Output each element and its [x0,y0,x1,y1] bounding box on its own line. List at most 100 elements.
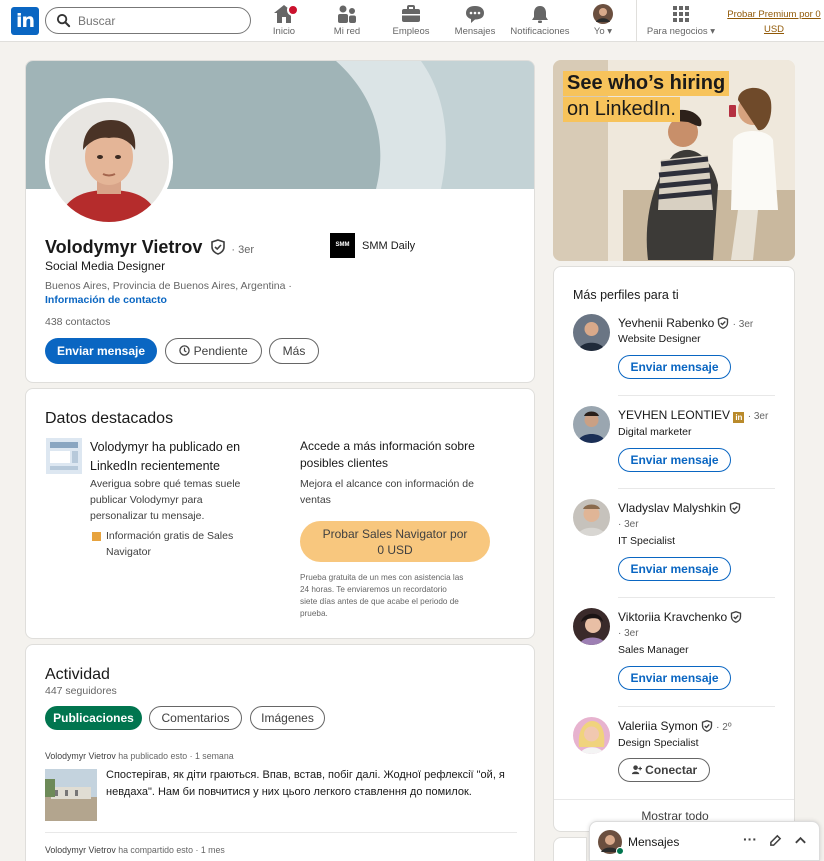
person-name[interactable]: Valeriia Symon · 2º [618,719,731,733]
hiring-ad[interactable]: See who’s hiring on LinkedIn. [553,60,795,261]
more-profiles-card: Más perfiles para ti Yevhenii Rabenko · … [553,266,795,832]
contact-info-link[interactable]: Información de contacto [45,294,167,306]
pending-button[interactable]: Pendiente [165,338,262,364]
ad-headline-1: See who’s hiring [563,71,730,96]
person-name[interactable]: Vladyslav Malyshkin [618,501,741,515]
nav-notifications[interactable]: Notificaciones [508,4,572,38]
linkedin-logo[interactable]: in [11,7,39,35]
person-divider [618,395,775,396]
nav-messaging-label: Mensajes [454,26,496,37]
highlight-left-desc-3: personalizar tu mensaje. [90,510,205,522]
person-message-button[interactable]: Enviar mensaje [618,557,731,581]
followers-count: 447 seguidores [45,685,117,697]
try-sales-navigator-button[interactable]: Probar Sales Navigator por 0 USD [300,521,490,562]
verified-shield-icon [718,317,729,329]
nav-me[interactable]: Yo ▾ [588,4,618,38]
chevron-up-icon[interactable] [794,835,807,845]
online-indicator [616,847,624,855]
highlight-left-desc-2: publicar Volodymyr para [90,494,203,506]
fine-print-1: Prueba gratuita de un mes con asistencia… [300,573,464,582]
post-meta: Volodymyr Vietrov ha publicado esto · 1 … [45,751,234,761]
sales-navigator-link-1[interactable]: Información gratis de Sales [106,530,233,542]
nav-network[interactable]: Mi red [328,4,366,38]
fine-print-3: siete días antes de que acabe el periodo… [300,597,459,606]
nav-jobs[interactable]: Empleos [390,4,432,38]
search-box[interactable] [45,7,251,34]
verified-shield-icon [730,611,742,623]
post-meta-2: Volodymyr Vietrov ha compartido esto · 1… [45,845,225,855]
person-headline: IT Specialist [618,535,675,547]
person-name[interactable]: Viktoriia Kravchenko [618,610,742,624]
tab-comments[interactable]: Comentarios [149,706,242,730]
nav-divider [636,0,637,42]
company-name[interactable]: SMM Daily [362,240,415,252]
connections-count[interactable]: 438 contactos [45,316,110,328]
activity-card: Actividad 447 seguidores Publicaciones C… [25,644,535,861]
global-nav: in Inicio Mi red Empleos Mensajes Notifi… [0,0,824,42]
person-avatar[interactable] [573,314,610,351]
post-illustration-icon [46,438,82,474]
highlights-card: Datos destacados Volodymyr ha publicado … [25,388,535,639]
post-thumbnail[interactable] [45,769,97,821]
person-avatar[interactable] [573,717,610,754]
profile-name: Volodymyr Vietrov · 3er [45,237,255,257]
activity-title: Actividad [45,666,110,683]
grid-icon [673,6,689,22]
tab-posts[interactable]: Publicaciones [45,706,142,730]
person-avatar[interactable] [573,406,610,443]
profile-photo[interactable] [45,98,173,226]
company-logo[interactable]: SMM [330,233,355,258]
profile-card: Volodymyr Vietrov · 3er Social Media Des… [25,60,535,383]
send-message-button[interactable]: Enviar mensaje [45,338,157,364]
nav-home[interactable]: Inicio [266,4,302,38]
verified-shield-icon [701,720,712,732]
jobs-icon [402,5,420,22]
premium-link[interactable]: Probar Premium por 0 USD [725,7,823,37]
verified-shield-icon [729,502,741,514]
person-name[interactable]: Yevhenii Rabenko · 3er [618,316,753,330]
more-options-icon[interactable]: ··· [743,831,757,847]
nav-network-label: Mi red [333,26,361,37]
messaging-overlay[interactable]: Mensajes ··· [589,821,820,861]
messaging-icon [466,6,484,23]
search-icon [56,13,71,28]
person-divider [618,706,775,707]
chevron-down-icon: ▾ [607,26,613,37]
profile-headline: Social Media Designer [45,259,166,273]
person-message-button[interactable]: Enviar mensaje [618,666,731,690]
post-text-1[interactable]: Спостерігав, як діти граються. Впав, вст… [106,769,505,781]
person-name[interactable]: YEVHEN LEONTIEV in · 3er [618,408,768,423]
person-avatar[interactable] [573,608,610,645]
nav-business[interactable]: Para negocios ▾ [644,4,718,38]
person-headline: Sales Manager [618,644,689,656]
person-message-button[interactable]: Enviar mensaje [618,448,731,472]
clock-icon [179,345,191,356]
post-text-2[interactable]: невдаха". Нам би повчитися у них цього л… [106,786,472,798]
compose-icon[interactable] [769,834,782,847]
search-input[interactable] [78,11,238,30]
nav-notifications-label: Notificaciones [510,26,570,37]
bell-icon [532,6,548,23]
premium-icon: in [733,412,745,423]
show-all-divider [554,799,794,800]
person-avatar[interactable] [573,499,610,536]
person-connect-button[interactable]: Conectar [618,758,710,782]
nav-me-label: Yo ▾ [593,26,613,37]
nav-messaging[interactable]: Mensajes [453,4,497,38]
sales-navigator-link-2[interactable]: Navigator [106,546,151,558]
person-message-button[interactable]: Enviar mensaje [618,355,731,379]
highlight-right-desc-1: Mejora el alcance con información de [300,478,474,490]
person-divider [618,597,775,598]
more-profiles-title: Más perfiles para ti [573,288,679,302]
nav-home-label: Inicio [272,26,296,37]
person-degree: · 3er [618,628,639,639]
highlight-right-desc-2: ventas [300,494,331,506]
chevron-down-icon: ▾ [710,26,716,37]
highlight-right-title-2: posibles clientes [300,456,389,470]
more-button[interactable]: Más [269,338,319,364]
person-headline: Design Specialist [618,737,699,749]
verified-shield-icon [211,239,226,255]
person-degree: · 3er [618,519,639,530]
profile-location: Buenos Aires, Provincia de Buenos Aires,… [45,280,292,292]
tab-images[interactable]: Imágenes [250,706,325,730]
